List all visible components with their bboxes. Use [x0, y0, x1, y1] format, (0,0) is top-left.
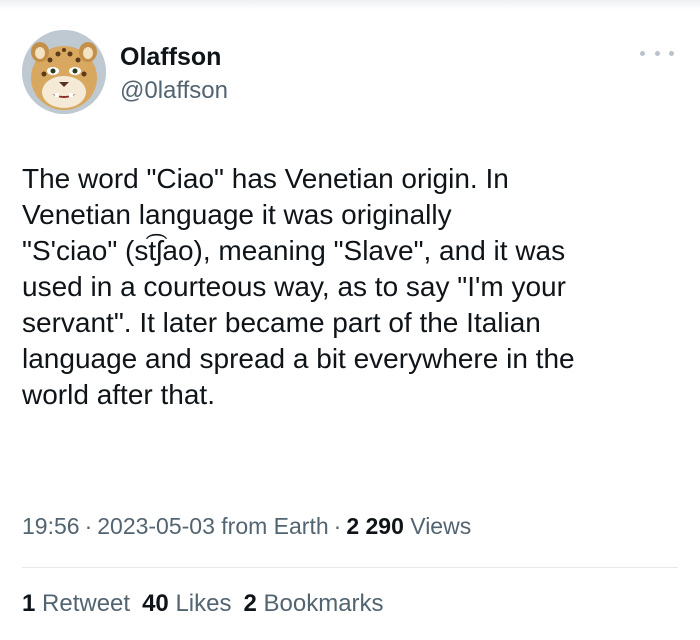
tweet-text: The word "Ciao" has Venetian origin. In …	[22, 161, 672, 413]
more-dot	[654, 50, 660, 56]
tweet-line: used in a courteous way, as to say "I'm …	[22, 271, 566, 302]
tweet-line: Venetian language it was originally	[22, 199, 452, 230]
divider	[22, 567, 678, 568]
likes-count: 40	[142, 590, 169, 617]
tweet-date-source[interactable]: 2023-05-03 from Earth	[97, 513, 328, 539]
more-dot	[669, 50, 674, 56]
engagement-stats: 1 Retweet 40 Likes 2 Bookmarks	[22, 589, 396, 619]
more-dot	[640, 50, 645, 56]
likes-label: Likes	[175, 590, 232, 617]
tweet-meta: 19:56 · 2023-05-03 from Earth · 2 290 Views	[22, 511, 471, 541]
bookmarks-stat[interactable]: 2 Bookmarks	[243, 590, 383, 617]
top-edge-strip	[0, 0, 700, 10]
likes-stat[interactable]: 40 Likes	[142, 590, 231, 617]
tweet-line: The word "Ciao" has Venetian origin. In	[22, 163, 509, 194]
views-label: Views	[410, 513, 472, 539]
tweet-line: world after that.	[22, 379, 215, 410]
tweet-line: language and spread a bit everywhere in …	[22, 343, 575, 374]
meta-separator: ·	[84, 513, 93, 539]
leopard-avatar-icon	[22, 30, 106, 114]
meta-separator: ·	[333, 513, 342, 539]
tweet-line: "S'ciao" (st͡ʃao), meaning "Slave", and …	[22, 235, 566, 266]
retweets-count: 1	[22, 590, 36, 617]
views-count: 2 290	[346, 513, 404, 539]
handle[interactable]: @0laffson	[120, 76, 228, 106]
bookmarks-count: 2	[243, 590, 257, 617]
retweets-stat[interactable]: 1 Retweet	[22, 590, 130, 617]
retweets-label: Retweet	[42, 590, 131, 617]
avatar[interactable]	[22, 30, 106, 114]
tweet-time[interactable]: 19:56	[22, 513, 80, 539]
tweet-line: servant". It later became part of the It…	[22, 307, 541, 338]
bookmarks-label: Bookmarks	[263, 590, 384, 617]
display-name[interactable]: Olaffson	[120, 42, 221, 72]
more-icon[interactable]	[640, 46, 674, 60]
